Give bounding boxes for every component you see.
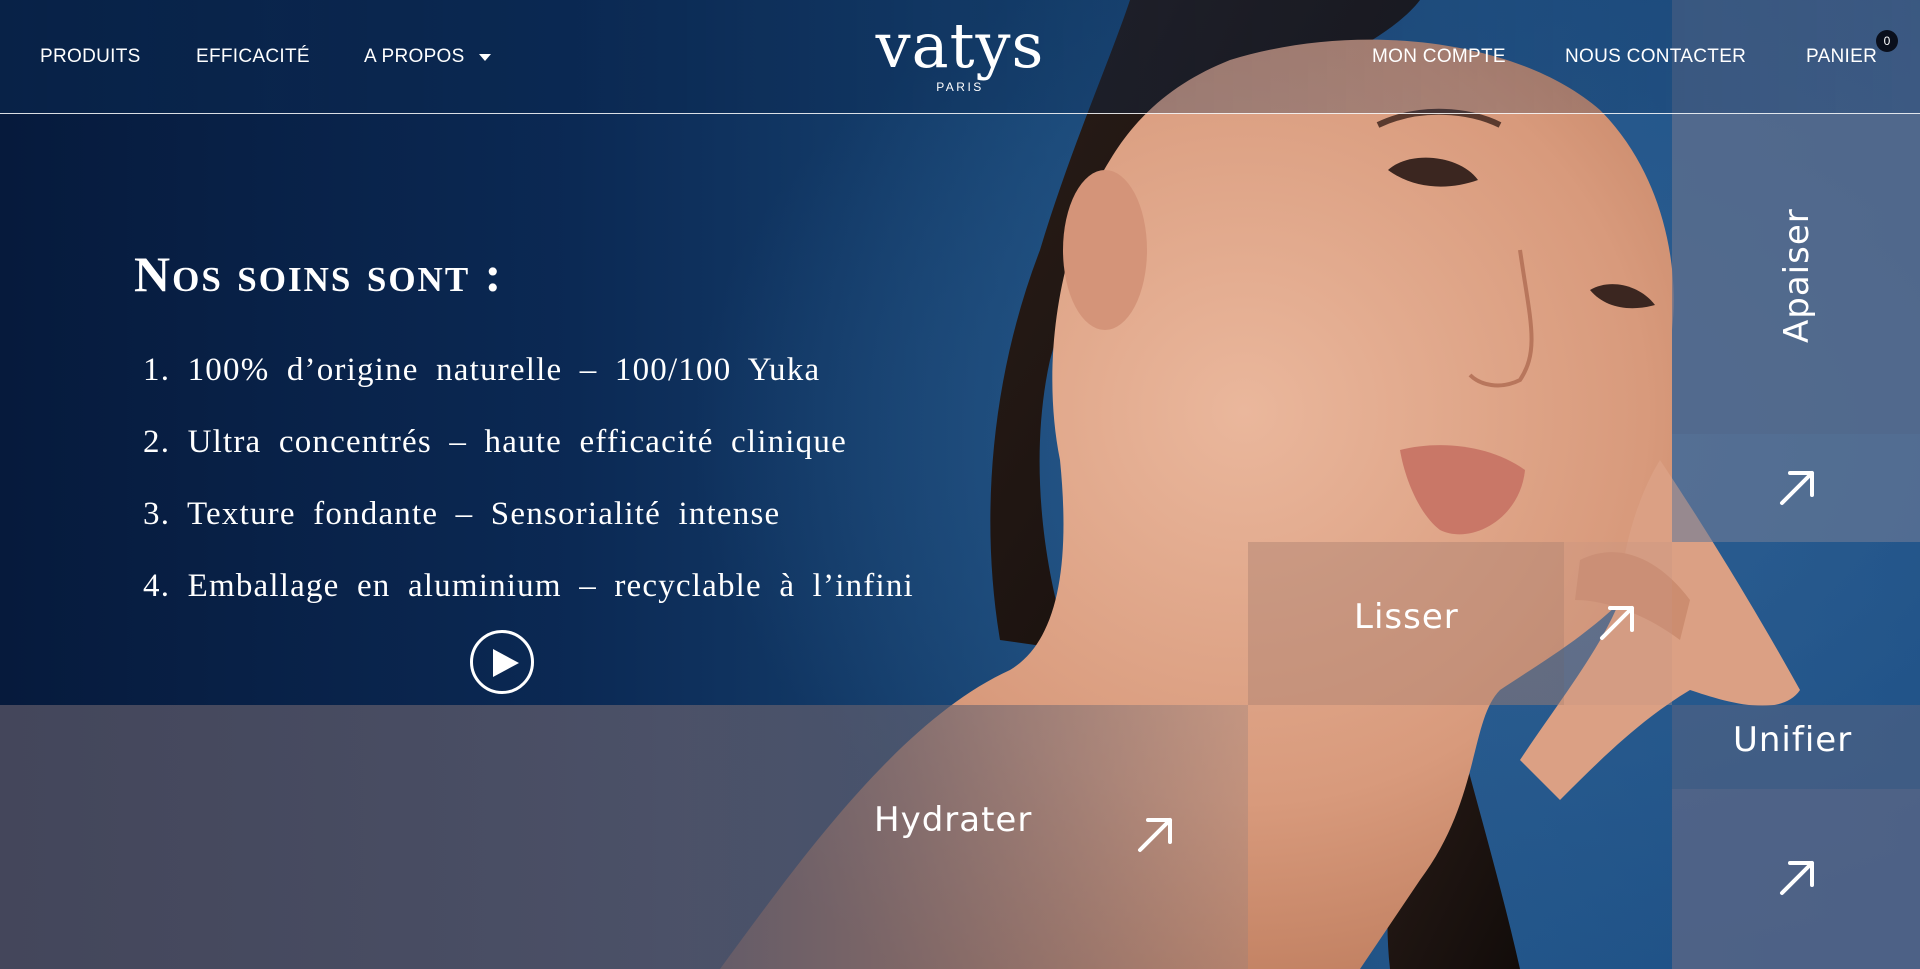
site-logo[interactable]: vatys PARIS [860,6,1060,94]
site-header: PRODUITS EFFICACITÉ A PROPOS vatys PARIS… [0,0,1920,114]
nav-efficacite[interactable]: EFFICACITÉ [196,46,310,68]
play-video-button[interactable] [470,630,534,694]
tile-label-unifier: Unifier [1733,720,1853,760]
nav-produits[interactable]: PRODUITS [40,46,141,68]
tile-hydrater[interactable] [0,705,1248,969]
nav-apropos-label: A PROPOS [364,46,465,67]
arrow-up-right-icon[interactable] [1596,600,1640,649]
hero-benefit-list: 1. 100% d’origine naturelle – 100/100 Yu… [143,344,914,632]
tile-label-lisser: Lisser [1354,597,1459,637]
nav-mon-compte[interactable]: MON COMPTE [1372,46,1506,68]
hero-title: Nos soins sont : [134,246,504,302]
chevron-down-icon [478,53,491,61]
nav-nous-contacter[interactable]: NOUS CONTACTER [1565,46,1746,68]
arrow-up-right-icon[interactable] [1134,812,1178,861]
tile-label-apaiser: Apaiser [1777,208,1817,343]
logo-wordmark: vatys [875,9,1045,82]
arrow-up-right-icon[interactable] [1776,465,1820,514]
arrow-up-right-icon[interactable] [1776,855,1820,904]
nav-panier[interactable]: PANIER [1806,46,1877,68]
list-item: 4. Emballage en aluminium – recyclable à… [143,568,914,604]
list-item: 3. Texture fondante – Sensorialité inten… [143,496,781,532]
list-item: 1. 100% d’origine naturelle – 100/100 Yu… [143,352,821,388]
tile-label-hydrater: Hydrater [874,800,1033,840]
list-item: 2. Ultra concentrés – haute efficacité c… [143,424,847,460]
nav-apropos[interactable]: A PROPOS [364,46,491,68]
cart-count-badge: 0 [1876,30,1898,52]
play-icon [493,649,519,677]
